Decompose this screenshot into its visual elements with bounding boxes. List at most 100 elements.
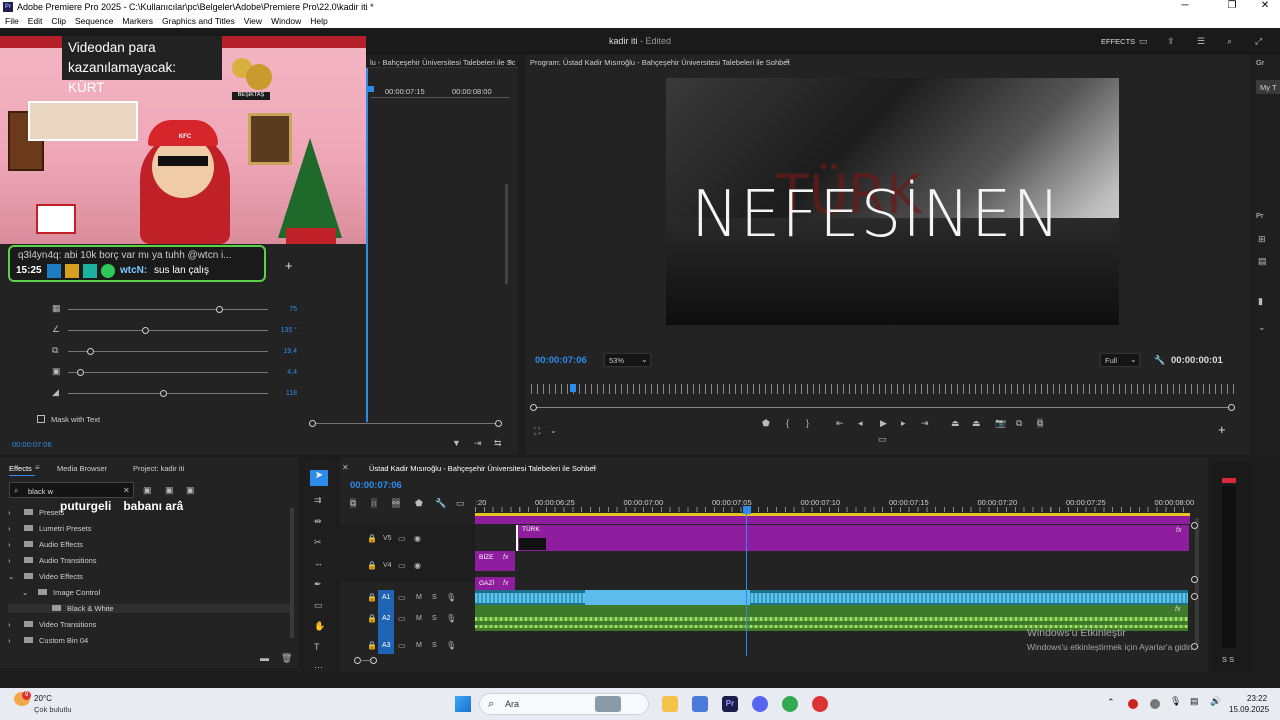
v-scroll-knob[interactable]	[1191, 576, 1198, 583]
value-4[interactable]: 4,4	[267, 369, 297, 376]
effects-scrollbar[interactable]	[290, 508, 294, 638]
meter-solo-labels[interactable]: S S	[1222, 655, 1234, 664]
effects-search-input[interactable]: ⌕ black w ✕	[9, 482, 134, 498]
effects-tree-item[interactable]: › Custom Bin 04	[8, 636, 88, 645]
effects-tree-item[interactable]: Black & White	[8, 604, 290, 613]
lock-icon[interactable]: 🔒	[367, 561, 377, 571]
value-1[interactable]: 75	[267, 306, 297, 313]
source-playhead[interactable]	[366, 86, 374, 92]
snap-icon[interactable]: ∩	[371, 498, 378, 508]
value-5[interactable]: 118	[267, 390, 297, 397]
tool-icon[interactable]: ⊞	[1258, 234, 1266, 244]
hand-icon[interactable]: ✋	[314, 621, 325, 631]
discord-icon[interactable]	[752, 696, 768, 712]
sync-icon[interactable]: ▭	[398, 614, 406, 624]
32bit-icon[interactable]: ▣	[165, 485, 174, 495]
timeline-timecode[interactable]: 00:00:07:06	[350, 480, 402, 491]
timeline-scrollbar[interactable]	[1195, 518, 1199, 648]
search-icon[interactable]: ⌕	[1227, 36, 1232, 46]
start-icon[interactable]	[455, 696, 471, 712]
trash-icon[interactable]: 🗑	[281, 653, 292, 663]
settings-icon[interactable]: ☰	[1197, 36, 1205, 46]
mute-a1[interactable]: M	[416, 594, 422, 601]
effects-tree-item[interactable]: ⌄ Image Control	[22, 588, 100, 597]
eye-icon[interactable]: ◉	[414, 561, 421, 571]
app-icon[interactable]	[692, 696, 708, 712]
go-to-out-icon[interactable]: ⇥	[921, 418, 929, 428]
chrome-icon[interactable]	[782, 696, 798, 712]
captions-icon[interactable]: ▭	[456, 498, 465, 508]
effects-tree-item[interactable]: › Lumetri Presets	[8, 524, 92, 533]
menu-help[interactable]: Help	[310, 16, 327, 26]
chevron-right-icon[interactable]: »	[508, 57, 512, 67]
zoom-end-knob[interactable]	[1228, 404, 1235, 411]
menu-icon[interactable]: ≡	[35, 463, 40, 473]
chevron-right-icon[interactable]: ›	[8, 620, 18, 629]
wrench-icon[interactable]: 🔧	[1154, 355, 1165, 365]
clock-date[interactable]: 15.09.2025	[1229, 705, 1269, 714]
effects-workspace-label[interactable]: EFFECTS	[1101, 37, 1135, 46]
effects-tree-item[interactable]: ⌄ Video Effects	[8, 572, 83, 581]
range-start-knob[interactable]	[309, 420, 316, 427]
add-marker-icon[interactable]: ⬟	[415, 498, 423, 508]
lift-icon[interactable]: ⏏	[951, 418, 960, 428]
export-frame-icon[interactable]: ▭	[878, 434, 887, 444]
accelerated-icon[interactable]: ▣	[143, 485, 152, 495]
step-forward-icon[interactable]: ▸	[901, 418, 906, 428]
value-3[interactable]: 19,4	[267, 348, 297, 355]
slider-knob-3[interactable]	[87, 348, 94, 355]
extract-icon[interactable]: ⏏	[972, 418, 981, 428]
menu-window[interactable]: Window	[271, 16, 301, 26]
filter-icon[interactable]: ▼	[452, 438, 461, 448]
right-tab-3[interactable]: Pr	[1256, 211, 1264, 220]
right-tab-2[interactable]: My T	[1260, 83, 1277, 92]
go-to-in-icon[interactable]: ⇤	[836, 418, 844, 428]
clip-bize[interactable]: BİZE fx	[475, 551, 515, 571]
caption-icon[interactable]: ⋯	[314, 662, 323, 672]
nest-icon[interactable]: ⧉	[350, 498, 357, 508]
panel-icon[interactable]: ▭	[1139, 36, 1148, 46]
clip-turk[interactable]: TÜRK fx	[516, 525, 1189, 551]
lock-icon[interactable]: 🔒	[367, 593, 377, 603]
tab-project[interactable]: Project: kadir iti	[133, 464, 184, 473]
menu-clip[interactable]: Clip	[51, 16, 66, 26]
v-scroll-knob[interactable]	[1191, 593, 1198, 600]
premiere-app-icon[interactable]: Pr	[722, 696, 738, 712]
timeline-playhead[interactable]	[746, 508, 747, 656]
chevron-right-icon[interactable]: ›	[8, 636, 18, 645]
lock-icon[interactable]: 🔒	[367, 614, 377, 624]
chevron-down-icon[interactable]: ⌄	[550, 426, 557, 436]
zoom-start-knob[interactable]	[530, 404, 537, 411]
solo-a3[interactable]: S	[432, 642, 437, 649]
taskbar-search-input[interactable]: ⌕ Ara	[479, 693, 649, 715]
tool-icon[interactable]: ▮	[1258, 296, 1263, 306]
add-icon[interactable]: +	[285, 258, 293, 273]
quality-select[interactable]: Full ⌄	[1100, 353, 1140, 367]
audio-clip-a1[interactable]	[475, 590, 1188, 605]
microphone-icon[interactable]: 🎙	[446, 641, 456, 651]
play-icon[interactable]: ▶	[880, 418, 887, 428]
sync-icon[interactable]: ▭	[398, 534, 406, 544]
eye-icon[interactable]: ◉	[414, 534, 421, 544]
right-tab-1[interactable]: Gr	[1256, 58, 1264, 67]
add-button-icon[interactable]: +	[1218, 422, 1226, 437]
menu-icon[interactable]: ≡	[592, 463, 597, 473]
share-icon[interactable]: ⇪	[1167, 36, 1175, 46]
chevron-right-icon[interactable]: ›	[8, 556, 18, 565]
menu-markers[interactable]: Markers	[122, 16, 153, 26]
new-bin-icon[interactable]: ▬	[260, 653, 269, 663]
clear-icon[interactable]: ✕	[123, 486, 130, 496]
source-scrollbar[interactable]	[505, 184, 508, 284]
tray-icon[interactable]	[1150, 699, 1160, 709]
microphone-icon[interactable]: 🎙	[1170, 696, 1181, 707]
close-tab-icon[interactable]: ✕	[342, 463, 349, 473]
multicam-icon[interactable]: ⧉	[1037, 418, 1044, 428]
clock-time[interactable]: 23:22	[1247, 694, 1267, 703]
safe-margin-icon[interactable]: ⛶	[534, 426, 540, 436]
slider-knob-5[interactable]	[160, 390, 167, 397]
solo-a1[interactable]: S	[432, 594, 437, 601]
timeline-ruler[interactable]	[475, 507, 1190, 512]
sync-icon[interactable]: ▭	[398, 561, 406, 571]
chevron-down-icon[interactable]: ⌄	[22, 588, 32, 597]
menu-view[interactable]: View	[244, 16, 262, 26]
